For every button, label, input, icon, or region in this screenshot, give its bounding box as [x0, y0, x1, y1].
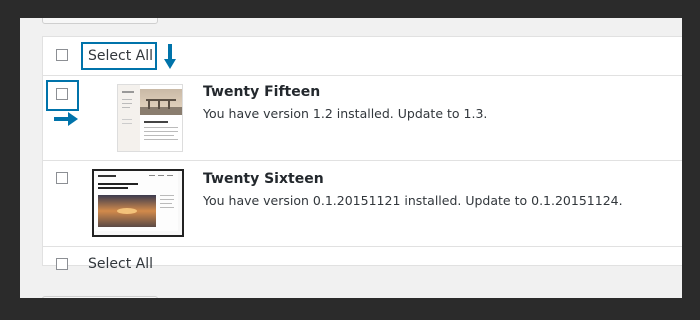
table-header-row: Select All [43, 37, 682, 76]
top-action-button[interactable] [42, 18, 158, 24]
theme-name-twenty-sixteen: Twenty Sixteen [203, 171, 324, 187]
select-all-checkbox-bottom[interactable] [56, 258, 68, 270]
theme-name-twenty-fifteen: Twenty Fifteen [203, 84, 321, 100]
theme-checkbox-twenty-sixteen[interactable] [56, 172, 68, 184]
themes-update-table: Select All Twenty Fifteen You have versi… [42, 36, 682, 272]
select-all-checkbox-top[interactable] [56, 49, 68, 61]
table-row-twenty-fifteen: Twenty Fifteen You have version 1.2 inst… [43, 76, 682, 161]
select-all-label-top[interactable]: Select All [88, 48, 153, 64]
table-footer-row: Select All [43, 247, 682, 283]
twenty-sixteen-screenshot [92, 169, 184, 237]
arrow-right-icon [54, 112, 78, 126]
theme-status-twenty-fifteen: You have version 1.2 installed. Update t… [203, 106, 488, 121]
bottom-action-button[interactable] [42, 296, 158, 298]
theme-status-twenty-sixteen: You have version 0.1.20151121 installed.… [203, 193, 623, 208]
theme-checkbox-twenty-fifteen[interactable] [56, 88, 68, 100]
twenty-fifteen-screenshot [117, 84, 183, 152]
select-all-label-bottom[interactable]: Select All [88, 256, 153, 272]
arrow-down-icon [164, 44, 176, 69]
themes-panel: Select All Twenty Fifteen You have versi… [20, 18, 682, 298]
table-row-twenty-sixteen: Twenty Sixteen You have version 0.1.2015… [43, 161, 682, 247]
